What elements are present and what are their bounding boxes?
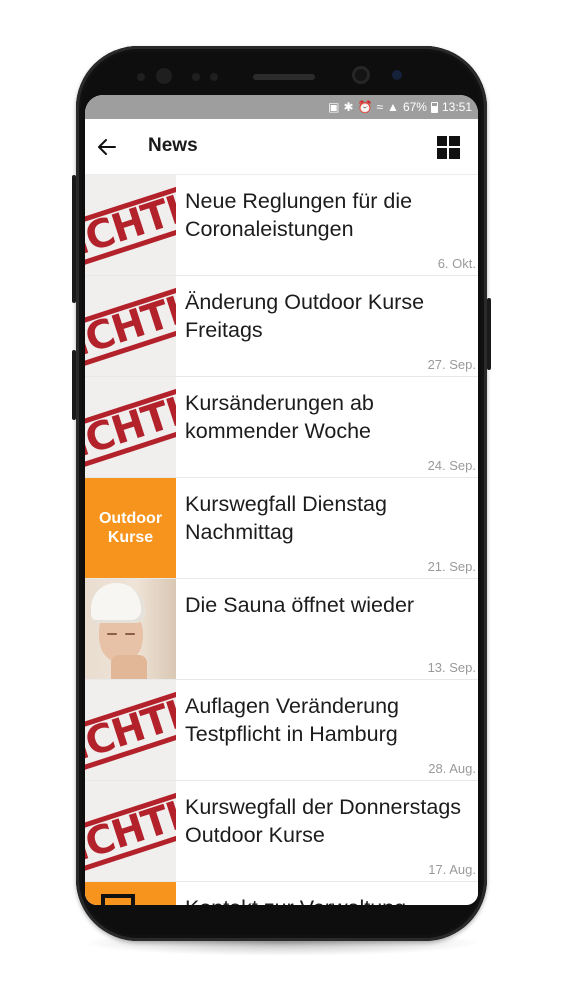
wichtig-stamp-thumbnail: ICHTIG xyxy=(85,781,176,881)
neck-shape xyxy=(111,655,147,679)
front-camera xyxy=(352,66,370,84)
news-item[interactable]: Die Sauna öffnet wieder 13. Sep. xyxy=(85,579,478,680)
sensor-dot xyxy=(192,73,200,81)
news-list: ICHTIG Neue Reglungen für die Coronaleis… xyxy=(85,175,478,905)
battery-icon xyxy=(430,101,438,113)
news-date: 28. Aug. xyxy=(428,761,476,776)
news-date: 21. Sep. xyxy=(427,559,476,574)
stamp-text: ICHTIG xyxy=(85,279,176,367)
status-time: 13:51 xyxy=(441,100,472,114)
news-title: Die Sauna öffnet wieder xyxy=(185,593,415,617)
news-date: 27. Sep. xyxy=(427,357,476,372)
news-item[interactable]: ICHTIG Änderung Outdoor Kurse Freitags 2… xyxy=(85,276,478,377)
stamp-text: ICHTIG xyxy=(85,178,176,266)
wichtig-stamp-thumbnail: ICHTIG xyxy=(85,377,176,477)
battery-percent: 67% xyxy=(402,100,427,114)
power-button xyxy=(487,298,491,370)
grid-view-icon xyxy=(436,135,460,159)
signal-icon: ▲ xyxy=(387,100,399,114)
outdoor-label: Outdoor Kurse xyxy=(99,509,162,547)
wichtig-stamp-thumbnail: ICHTIG xyxy=(85,175,176,275)
outdoor-label-line2: Kurse xyxy=(107,529,154,546)
outdoor-label-line1: Outdoor xyxy=(98,510,163,527)
app-bar: News xyxy=(85,119,478,175)
proximity-sensor xyxy=(392,70,402,80)
calendar-icon xyxy=(101,894,135,905)
stamp-text: ICHTIG xyxy=(85,784,176,872)
news-date: 13. Sep. xyxy=(427,660,476,675)
news-title: Kurswegfall Dienstag Nachmittag xyxy=(185,492,387,544)
sauna-photo-thumbnail xyxy=(85,579,176,679)
back-button[interactable] xyxy=(91,131,123,163)
outdoor-kurse-thumbnail: Outdoor Kurse xyxy=(85,478,176,578)
sensor-dot xyxy=(210,73,218,81)
phone-screen: ▣ ✱ ⏰ ≈ ▲ 67% 13:51 News ICHTIG Neue Reg… xyxy=(85,95,478,905)
nfc-icon: ▣ xyxy=(328,100,340,114)
status-bar: ▣ ✱ ⏰ ≈ ▲ 67% 13:51 xyxy=(85,95,478,119)
towel-shape xyxy=(91,583,145,623)
volume-button xyxy=(72,175,76,303)
news-date: 6. Okt. xyxy=(437,256,476,271)
wifi-icon: ≈ xyxy=(376,100,384,114)
stamp-text: ICHTIG xyxy=(85,683,176,771)
news-item[interactable]: ICHTIG Kurswegfall der Donnerstags Outdo… xyxy=(85,781,478,882)
wichtig-stamp-thumbnail: ICHTIG xyxy=(85,680,176,780)
news-item[interactable]: Outdoor Kurse Kurswegfall Dienstag Nachm… xyxy=(85,478,478,579)
wichtig-stamp-thumbnail: ICHTIG xyxy=(85,276,176,376)
stamp-text: ICHTIG xyxy=(85,380,176,468)
bluetooth-icon: ✱ xyxy=(343,100,354,114)
news-title: Kontakt zur Verwaltung xyxy=(185,894,470,905)
calendar-thumbnail xyxy=(85,882,176,905)
alarm-icon: ⏰ xyxy=(357,100,373,114)
layout-toggle-button[interactable] xyxy=(434,133,462,161)
news-title: Änderung Outdoor Kurse Freitags xyxy=(185,290,425,342)
news-title: Auflagen Veränderung Testpflicht in Hamb… xyxy=(185,694,399,746)
arrow-left-icon xyxy=(98,139,116,155)
news-title: Kurswegfall der Donnerstags Outdoor Kurs… xyxy=(185,795,462,847)
news-title: Kursänderungen ab kommender Woche xyxy=(185,391,374,443)
iris-sensor xyxy=(156,68,172,84)
news-item[interactable]: ICHTIG Auflagen Veränderung Testpflicht … xyxy=(85,680,478,781)
news-date: 24. Sep. xyxy=(427,458,476,473)
earpiece-speaker xyxy=(253,74,315,80)
status-icons: ▣ ✱ ⏰ ≈ ▲ 67% 13:51 xyxy=(328,99,472,115)
news-item[interactable]: ICHTIG Neue Reglungen für die Coronaleis… xyxy=(85,175,478,276)
news-item[interactable]: Kontakt zur Verwaltung xyxy=(85,882,478,905)
bixby-button xyxy=(72,350,76,420)
news-item[interactable]: ICHTIG Kursänderungen ab kommender Woche… xyxy=(85,377,478,478)
sensor-dot xyxy=(137,73,145,81)
page-title: News xyxy=(148,135,198,156)
eye-shape xyxy=(125,633,135,635)
news-date: 17. Aug. xyxy=(428,862,476,877)
eye-shape xyxy=(107,633,117,635)
news-title: Neue Reglungen für die Coronaleistungen xyxy=(185,189,413,241)
